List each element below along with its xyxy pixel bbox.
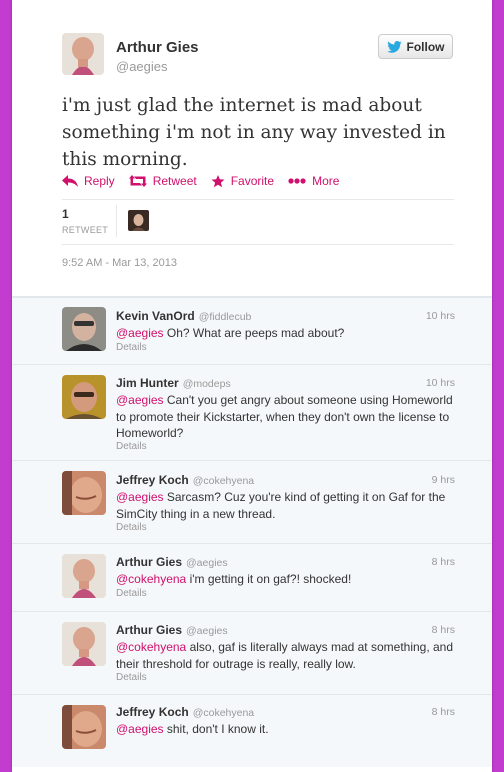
avatar[interactable] (62, 705, 106, 749)
reply-header: Jeffrey Koch @cokehyena (116, 705, 254, 719)
reply-text: @aegies Can't you get angry about someon… (116, 392, 460, 442)
author-handle[interactable]: @aegies (116, 59, 168, 74)
retweeter-avatar[interactable] (128, 210, 149, 231)
retweet-count-label: RETWEET (62, 225, 109, 235)
reply-body: Sarcasm? Cuz you're kind of getting it o… (116, 490, 446, 521)
reply-tweet[interactable]: Jim Hunter @modeps 10 hrs @aegies Can't … (12, 364, 492, 460)
reply-author-handle[interactable]: @cokehyena (193, 707, 254, 719)
retweet-count: 1 (62, 207, 69, 221)
reply-action[interactable]: Reply (62, 174, 115, 188)
tweet-actions: Reply Retweet Favorite More (62, 174, 339, 188)
more-label: More (312, 174, 340, 188)
stat-divider (116, 205, 117, 237)
avatar[interactable] (62, 554, 106, 598)
mention-link[interactable]: @aegies (116, 393, 164, 407)
reply-time[interactable]: 10 hrs (426, 377, 455, 389)
reply-tweet[interactable]: Kevin VanOrd @fiddlecub 10 hrs @aegies O… (12, 297, 492, 364)
more-action[interactable]: More (288, 174, 339, 188)
reply-text: @aegies Sarcasm? Cuz you're kind of gett… (116, 489, 460, 522)
reply-time[interactable]: 9 hrs (432, 474, 455, 486)
reply-author-handle[interactable]: @aegies (186, 557, 228, 569)
reply-tweet[interactable]: Arthur Gies @aegies 8 hrs @cokehyena i'm… (12, 543, 492, 611)
reply-body: i'm getting it on gaf?! shocked! (186, 572, 352, 586)
avatar[interactable] (62, 471, 106, 515)
reply-author-name[interactable]: Arthur Gies (116, 555, 182, 569)
reply-time[interactable]: 10 hrs (426, 310, 455, 322)
more-dots-icon (288, 178, 306, 184)
reply-header: Jim Hunter @modeps (116, 376, 231, 390)
avatar[interactable] (62, 33, 104, 75)
reply-text: @aegies Oh? What are peeps mad about? (116, 325, 460, 342)
reply-body: shit, don't I know it. (163, 722, 269, 736)
mention-link[interactable]: @cokehyena (116, 572, 186, 586)
details-link[interactable]: Details (116, 588, 147, 599)
twitter-bird-icon (386, 40, 402, 53)
follow-button[interactable]: Follow (378, 34, 453, 59)
author-name[interactable]: Arthur Gies (116, 39, 199, 56)
reply-text: @cokehyena also, gaf is literally always… (116, 639, 460, 672)
follow-label: Follow (406, 39, 445, 54)
reply-time[interactable]: 8 hrs (432, 706, 455, 718)
divider (62, 244, 454, 245)
reply-author-name[interactable]: Jeffrey Koch (116, 705, 189, 719)
reply-author-handle[interactable]: @aegies (186, 625, 228, 637)
mention-link[interactable]: @aegies (116, 326, 164, 340)
reply-header: Arthur Gies @aegies (116, 623, 228, 637)
main-tweet: Arthur Gies @aegies Follow i'm just glad… (12, 0, 492, 297)
tweet-timestamp[interactable]: 9:52 AM - Mar 13, 2013 (62, 257, 177, 269)
tweet-text: i'm just glad the internet is mad about … (62, 95, 446, 170)
reply-header: Kevin VanOrd @fiddlecub (116, 309, 251, 323)
reply-text: @cokehyena i'm getting it on gaf?! shock… (116, 571, 460, 588)
retweet-action[interactable]: Retweet (128, 174, 197, 188)
reply-author-name[interactable]: Jeffrey Koch (116, 473, 189, 487)
retweet-icon (128, 175, 147, 187)
reply-author-name[interactable]: Kevin VanOrd (116, 309, 195, 323)
divider (62, 199, 454, 200)
details-link[interactable]: Details (116, 342, 147, 353)
mention-link[interactable]: @cokehyena (116, 640, 186, 654)
reply-body: Oh? What are peeps mad about? (163, 326, 345, 340)
reply-tweet[interactable]: Arthur Gies @aegies 8 hrs @cokehyena als… (12, 611, 492, 694)
details-link[interactable]: Details (116, 441, 147, 452)
retweet-stat[interactable]: 1 RETWEET (62, 207, 108, 235)
reply-tweet[interactable]: Jeffrey Koch @cokehyena 9 hrs @aegies Sa… (12, 460, 492, 543)
reply-body: Can't you get angry about someone using … (116, 393, 453, 440)
reply-author-name[interactable]: Arthur Gies (116, 623, 182, 637)
avatar[interactable] (62, 307, 106, 351)
star-icon (211, 174, 225, 187)
reply-tweet[interactable]: Jeffrey Koch @cokehyena 8 hrs @aegies sh… (12, 694, 492, 767)
reply-header: Arthur Gies @aegies (116, 555, 228, 569)
mention-link[interactable]: @aegies (116, 490, 164, 504)
avatar[interactable] (62, 622, 106, 666)
favorite-label: Favorite (230, 174, 275, 188)
reply-author-handle[interactable]: @modeps (183, 378, 231, 390)
reply-author-handle[interactable]: @cokehyena (193, 475, 254, 487)
reply-icon (62, 175, 78, 187)
reply-text: @aegies shit, don't I know it. (116, 721, 460, 738)
favorite-action[interactable]: Favorite (211, 174, 274, 188)
reply-header: Jeffrey Koch @cokehyena (116, 473, 254, 487)
details-link[interactable]: Details (116, 522, 147, 533)
details-link[interactable]: Details (116, 672, 147, 683)
reply-time[interactable]: 8 hrs (432, 556, 455, 568)
retweet-label: Retweet (152, 174, 197, 188)
reply-time[interactable]: 8 hrs (432, 624, 455, 636)
reply-label: Reply (84, 174, 115, 188)
avatar[interactable] (62, 375, 106, 419)
mention-link[interactable]: @aegies (116, 722, 164, 736)
reply-author-name[interactable]: Jim Hunter (116, 376, 179, 390)
tweet-card: Arthur Gies @aegies Follow i'm just glad… (12, 0, 492, 772)
reply-author-handle[interactable]: @fiddlecub (199, 311, 252, 323)
